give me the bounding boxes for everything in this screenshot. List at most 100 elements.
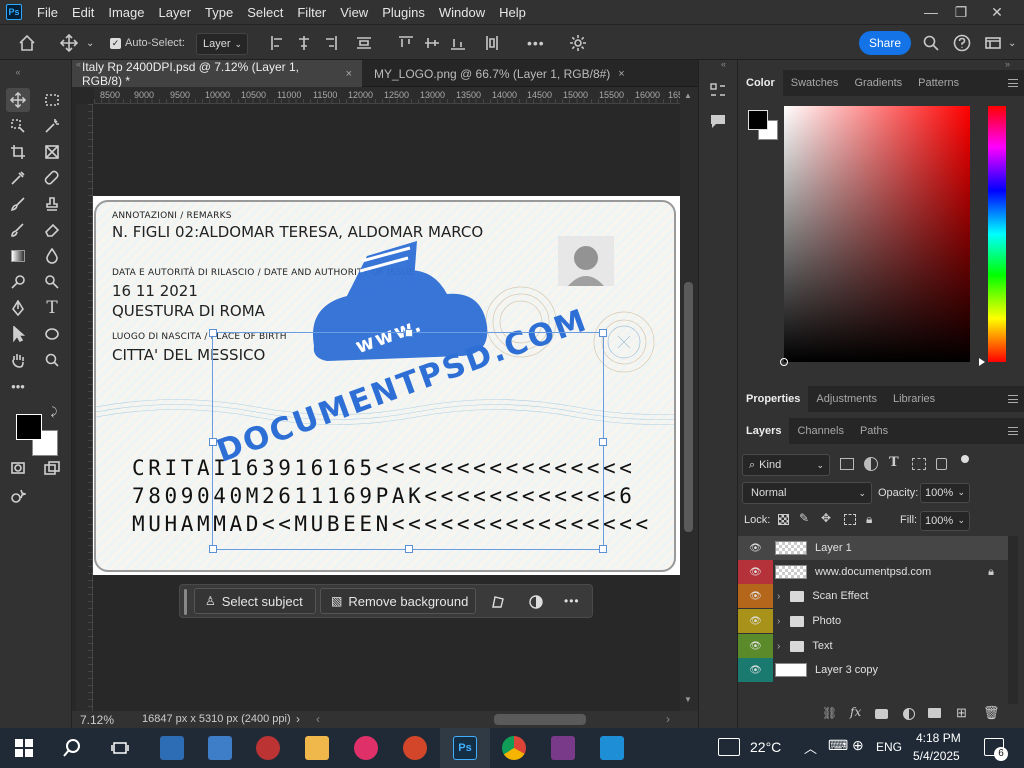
transform-handle[interactable] bbox=[599, 438, 607, 446]
lock-all-icon[interactable]: 🔒︎ bbox=[866, 512, 872, 527]
more-options-icon[interactable]: ••• bbox=[564, 594, 580, 608]
align-middle-icon[interactable] bbox=[424, 25, 440, 61]
scroll-thumb[interactable] bbox=[684, 282, 693, 532]
close-tab-icon[interactable]: × bbox=[618, 68, 624, 80]
share-button[interactable]: Share bbox=[859, 31, 911, 55]
link-layers-icon[interactable]: ⛓︎ bbox=[822, 706, 837, 720]
menu-window[interactable]: Window bbox=[432, 5, 492, 20]
panel-menu-icon[interactable] bbox=[1008, 79, 1018, 87]
menu-image[interactable]: Image bbox=[101, 5, 151, 20]
color-swatches[interactable] bbox=[6, 400, 58, 456]
zoom-tool-icon[interactable] bbox=[40, 348, 64, 372]
visibility-eye-icon[interactable]: 👁︎ bbox=[738, 609, 773, 633]
zoom-level[interactable]: 7.12% bbox=[80, 713, 114, 727]
edit-toolbar-icon[interactable]: ••• bbox=[6, 374, 30, 398]
auto-select-checkbox[interactable]: ✓ bbox=[110, 25, 121, 61]
help-icon[interactable] bbox=[953, 25, 971, 61]
marquee-tool-icon[interactable] bbox=[40, 88, 64, 112]
type-tool-icon[interactable]: T bbox=[40, 296, 64, 320]
lock-position-icon[interactable]: ✥ bbox=[821, 511, 831, 525]
expand-chevron-icon[interactable]: › bbox=[777, 616, 780, 627]
panel-menu-icon[interactable] bbox=[1008, 395, 1018, 403]
scroll-up-icon[interactable]: ▲ bbox=[684, 91, 692, 100]
generative-icon[interactable] bbox=[6, 484, 30, 508]
expand-chevron-icon[interactable]: › bbox=[777, 591, 780, 602]
file-explorer-icon[interactable] bbox=[305, 736, 329, 760]
layer-group-row[interactable]: 👁︎ › Photo bbox=[738, 609, 1008, 633]
align-left-icon[interactable] bbox=[270, 25, 286, 61]
foreground-color-swatch[interactable] bbox=[16, 414, 42, 440]
menu-layer[interactable]: Layer bbox=[152, 5, 199, 20]
quick-mask-icon[interactable] bbox=[6, 456, 30, 480]
tab-layers[interactable]: Layers bbox=[738, 418, 790, 444]
visibility-eye-icon[interactable]: 👁︎ bbox=[738, 536, 773, 560]
panel-menu-icon[interactable] bbox=[1008, 427, 1018, 435]
align-bottom-icon[interactable] bbox=[450, 25, 466, 61]
hue-slider-handle[interactable] bbox=[979, 358, 985, 366]
clock-date[interactable]: 5/4/2025 bbox=[913, 749, 960, 763]
drag-handle[interactable] bbox=[184, 589, 187, 615]
stamp-tool-icon[interactable] bbox=[40, 192, 64, 216]
clock-time[interactable]: 4:18 PM bbox=[916, 731, 961, 745]
filter-toggle-icon[interactable] bbox=[961, 455, 969, 463]
lock-artboard-icon[interactable] bbox=[844, 514, 856, 525]
language-indicator[interactable]: ENG bbox=[876, 740, 902, 754]
new-adjustment-layer-icon[interactable] bbox=[903, 708, 915, 720]
gear-icon[interactable] bbox=[569, 25, 587, 61]
transform-handle[interactable] bbox=[209, 545, 217, 553]
color-picker-field[interactable] bbox=[780, 106, 970, 366]
tab-patterns[interactable]: Patterns bbox=[910, 70, 967, 96]
menu-view[interactable]: View bbox=[333, 5, 375, 20]
transform-handle[interactable] bbox=[209, 438, 217, 446]
add-mask-icon[interactable] bbox=[875, 709, 888, 719]
filter-pixel-icon[interactable] bbox=[840, 458, 854, 470]
healing-brush-tool-icon[interactable] bbox=[40, 166, 64, 190]
desktop-app-icon[interactable] bbox=[160, 736, 184, 760]
minimize-icon[interactable]: — bbox=[914, 0, 948, 24]
canvas-area[interactable]: ANNOTAZIONI / REMARKS N. FIGLI 02:ALDOMA… bbox=[93, 104, 680, 711]
transform-handle[interactable] bbox=[599, 329, 607, 337]
workspace-icon[interactable] bbox=[984, 25, 1002, 61]
menu-plugins[interactable]: Plugins bbox=[375, 5, 432, 20]
foreground-color-swatch[interactable] bbox=[748, 110, 768, 130]
eyedropper-tool-icon[interactable] bbox=[6, 166, 30, 190]
new-group-icon[interactable] bbox=[928, 708, 941, 718]
layer-name[interactable]: www.documentpsd.com bbox=[815, 566, 931, 578]
lock-image-pixels-icon[interactable]: ✎ bbox=[799, 511, 809, 525]
select-subject-button[interactable]: ♙ Select subject bbox=[194, 588, 316, 614]
layers-scrollbar[interactable] bbox=[1008, 536, 1018, 704]
screen-recorder-icon[interactable] bbox=[403, 736, 427, 760]
collapse-arrows-icon[interactable]: » bbox=[1005, 59, 1010, 69]
scroll-right-icon[interactable]: › bbox=[666, 712, 670, 726]
weather-widget-icon[interactable] bbox=[718, 738, 740, 756]
vertical-scrollbar[interactable]: ▲ ▼ bbox=[680, 87, 698, 711]
network-icon[interactable]: ⌨︎ bbox=[828, 737, 848, 754]
gradient-tool-icon[interactable] bbox=[6, 244, 30, 268]
tab-adjustments[interactable]: Adjustments bbox=[808, 386, 885, 412]
menu-edit[interactable]: Edit bbox=[65, 5, 101, 20]
new-layer-icon[interactable]: ⊞ bbox=[956, 705, 967, 721]
menu-file[interactable]: File bbox=[30, 5, 65, 20]
status-expand-icon[interactable]: › bbox=[296, 712, 300, 726]
transform-bounding-box[interactable] bbox=[209, 329, 607, 553]
control-panel-icon[interactable] bbox=[600, 736, 624, 760]
align-top-icon[interactable] bbox=[398, 25, 414, 61]
layer-group-row[interactable]: 👁︎ › Text bbox=[738, 634, 1008, 658]
layer-filter-dropdown[interactable]: ⌕ Kind ⌄ bbox=[742, 454, 830, 476]
search-icon[interactable] bbox=[922, 25, 940, 61]
fx-icon[interactable]: fx bbox=[850, 705, 861, 719]
tab-channels[interactable]: Channels bbox=[789, 418, 851, 444]
ellipse-tool-icon[interactable] bbox=[40, 322, 64, 346]
frame-tool-icon[interactable] bbox=[40, 140, 64, 164]
filter-adjustment-icon[interactable] bbox=[864, 457, 878, 471]
close-icon[interactable]: ✕ bbox=[980, 0, 1014, 24]
visibility-eye-icon[interactable]: 👁︎ bbox=[738, 560, 773, 584]
layer-row[interactable]: 👁︎ Layer 1 bbox=[738, 536, 1008, 560]
tab-paths[interactable]: Paths bbox=[852, 418, 896, 444]
menu-type[interactable]: Type bbox=[198, 5, 240, 20]
move-tool-icon[interactable] bbox=[60, 25, 78, 61]
align-right-icon[interactable] bbox=[322, 25, 338, 61]
transform-handle[interactable] bbox=[209, 329, 217, 337]
visibility-eye-icon[interactable]: 👁︎ bbox=[738, 584, 773, 608]
winrar-icon[interactable] bbox=[551, 736, 575, 760]
